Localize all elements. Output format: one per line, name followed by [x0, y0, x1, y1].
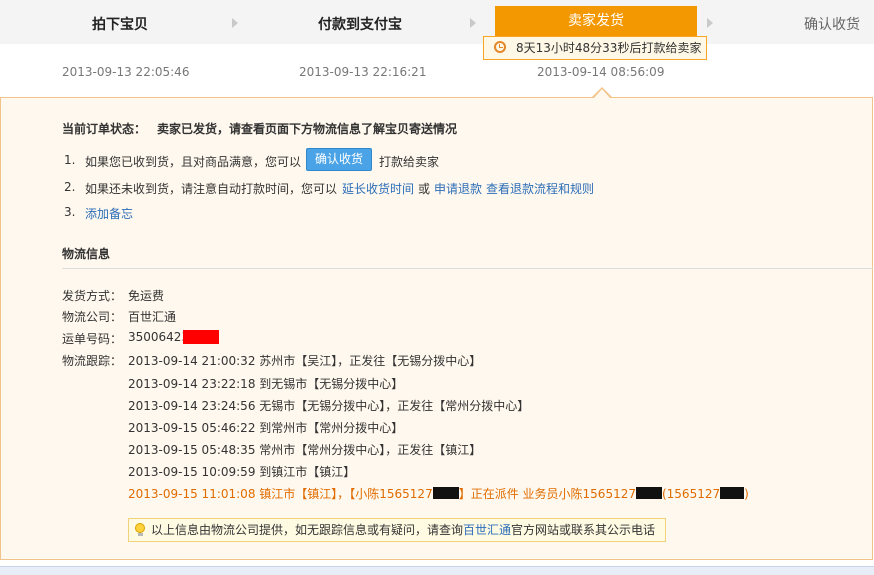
auto-pay-countdown: 8天13小时48分33秒后打款给卖家 [483, 36, 707, 60]
trace-item: 2013-09-14 21:00:32 苏州市【吴江】，正发往【无锡分拨中心】 [128, 354, 482, 368]
logistics-notice: 以上信息由物流公司提供，如无跟踪信息或有疑问，请查询百世汇通官方网站或联系其公示… [128, 518, 666, 542]
redaction-mask [635, 487, 662, 499]
tracking-number-value: 35006423 [128, 330, 190, 344]
logistics-title: 物流信息 [62, 247, 111, 261]
trace-item: 2013-09-14 23:24:56 无锡市【无锡分拨中心】，正发往【常州分拨… [128, 399, 530, 413]
shipping-method-label: 发货方式： [62, 289, 123, 303]
apply-refund-link[interactable]: 申请退款 [434, 180, 482, 197]
action-text-1: 如果您已收到货，且对商品满意，您可以 [85, 155, 302, 169]
redaction-mask [432, 487, 459, 499]
add-memo-link[interactable]: 添加备忘 [85, 205, 133, 222]
or-text: 或 [418, 182, 431, 196]
notice-text-suffix: 官方网站或联系其公示电话 [511, 523, 656, 537]
clock-icon [494, 41, 506, 53]
countdown-text: 8天13小时48分33秒后打款给卖家 [516, 41, 702, 55]
courier-website-link[interactable]: 百世汇通 [463, 523, 511, 537]
tracking-number-label: 运单号码： [62, 332, 123, 346]
order-status-text: 卖家已发货，请查看页面下方物流信息了解宝贝寄送情况 [157, 122, 458, 136]
trace-item: 2013-09-15 10:09:59 到镇江市【镇江】 [128, 465, 356, 479]
action-text-2: 如果还未收到货，请注意自动打款时间，您可以 [85, 182, 338, 196]
action-number-2: 2. [64, 180, 76, 194]
logistics-company-value: 百世汇通 [128, 310, 177, 324]
shipping-method-value: 免运费 [128, 289, 165, 303]
trace-item-latest: 2013-09-15 11:01:08 镇江市【镇江】，【小陈1565127 】正… [128, 485, 749, 502]
step-seller-shipped: 卖家发货 [495, 6, 697, 36]
step-time-place-order: 2013-09-13 22:05:46 [62, 65, 190, 79]
step-place-order: 拍下宝贝 [92, 17, 148, 33]
redaction-mask [183, 330, 219, 344]
trace-latest-part-c: (1565127 [661, 487, 721, 501]
trace-item: 2013-09-15 05:46:22 到常州市【常州分拨中心】 [128, 421, 404, 435]
action-number-1: 1. [64, 153, 76, 167]
redaction-mask [720, 487, 745, 499]
step-time-pay: 2013-09-13 22:16:21 [299, 65, 427, 79]
trace-latest-part-a: 2013-09-15 11:01:08 镇江市【镇江】，【小陈1565127 [128, 487, 433, 501]
step-time-shipped: 2013-09-14 08:56:09 [537, 65, 665, 79]
divider [62, 268, 873, 269]
order-status-label: 当前订单状态： [62, 122, 147, 136]
logistics-company-label: 物流公司： [62, 310, 123, 324]
trace-latest-part-d: ) [744, 487, 749, 501]
trace-item: 2013-09-14 23:22:18 到无锡市【无锡分拨中心】 [128, 377, 404, 391]
action-number-3: 3. [64, 205, 76, 219]
refund-rules-link[interactable]: 查看退款流程和规则 [486, 180, 594, 197]
tracking-history-label: 物流跟踪： [62, 354, 123, 368]
trace-item: 2013-09-15 05:48:35 常州市【常州分拨中心】，正发往【镇江】 [128, 443, 482, 457]
step-confirm-receipt: 确认收货 [804, 17, 860, 33]
chevron-right-icon [232, 18, 238, 28]
notice-text-prefix: 以上信息由物流公司提供，如无跟踪信息或有疑问，请查询 [151, 523, 464, 537]
step-pay-alipay: 付款到支付宝 [318, 17, 402, 33]
extend-receipt-time-link[interactable]: 延长收货时间 [342, 180, 414, 197]
action-text-1-suffix: 打款给卖家 [379, 155, 440, 169]
chevron-right-icon [470, 18, 476, 28]
confirm-receipt-button[interactable]: 确认收货 [306, 148, 372, 171]
lightbulb-icon [135, 523, 145, 536]
order-progress-bar: 拍下宝贝 付款到支付宝 卖家发货 确认收货 [0, 0, 874, 44]
trace-latest-part-b: 】正在派件 业务员小陈1565127 [458, 487, 636, 501]
